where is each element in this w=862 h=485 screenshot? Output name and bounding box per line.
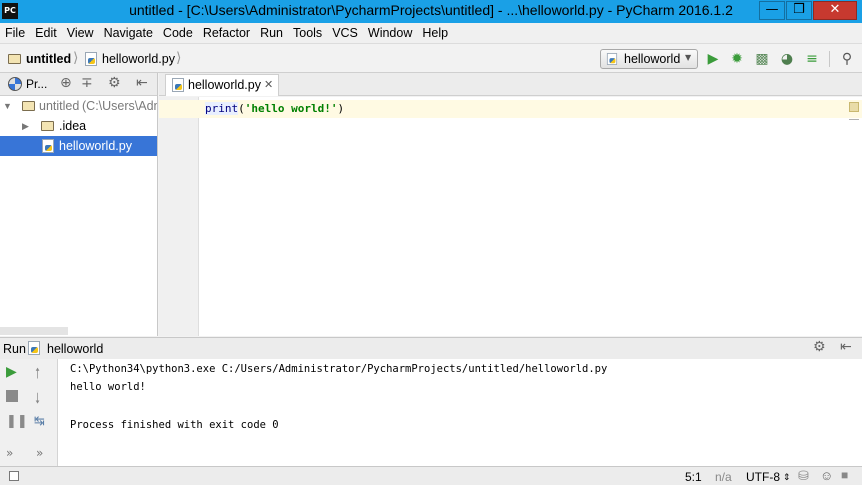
inspector-icon[interactable]: ☺ — [820, 468, 833, 483]
maximize-button[interactable]: ❒ — [786, 1, 812, 20]
scroll-from-source-icon[interactable]: ⊕ — [60, 75, 72, 91]
project-view-select[interactable]: Pr... — [26, 77, 47, 91]
line-separator[interactable]: n/a — [715, 470, 732, 484]
run-console[interactable]: C:\Python34\python3.exe C:/Users/Adminis… — [58, 359, 862, 466]
menu-bar: File Edit View Navigate Code Refactor Run Tools… — [0, 23, 862, 44]
python-file-icon — [42, 139, 54, 153]
tool-windows-icon[interactable] — [9, 471, 19, 481]
collapsed-arrow-icon: ▶ — [22, 121, 29, 131]
code-editor[interactable]: print('hello world!') — [199, 97, 862, 336]
console-line: hello world! — [70, 381, 146, 393]
menu-tools[interactable]: Tools — [288, 23, 327, 40]
tree-item-path: (C:\Users\Admi — [82, 99, 157, 113]
project-view-icon — [8, 77, 22, 91]
code-paren-close: ) — [337, 102, 345, 115]
python-file-icon — [85, 52, 97, 66]
title-bar: PC untitled - [C:\Users\Administrator\Py… — [0, 0, 862, 23]
folder-icon — [8, 54, 21, 64]
navigation-bar: untitled ⟩ helloworld.py ⟩ helloworld ▼ … — [0, 45, 862, 73]
tab-helloworld[interactable]: helloworld.py ✕ — [165, 74, 279, 96]
lock-icon[interactable]: ⛁ — [798, 468, 809, 484]
coverage-icon[interactable]: ▩ — [752, 49, 772, 69]
chevron-up-down-icon: ⇕ — [783, 472, 791, 482]
more-icon[interactable]: » — [36, 446, 43, 460]
menu-navigate[interactable]: Navigate — [99, 23, 158, 40]
menu-file[interactable]: File — [0, 23, 30, 40]
window-title: untitled - [C:\Users\Administrator\Pycha… — [129, 2, 733, 18]
menu-edit[interactable]: Edit — [30, 23, 62, 40]
tree-item-label: helloworld.py — [59, 139, 132, 153]
breadcrumb-separator-icon: ⟩ — [176, 50, 182, 66]
menu-window[interactable]: Window — [363, 23, 417, 40]
caret-position[interactable]: 5:1 — [685, 470, 702, 484]
gutter-current-line — [159, 100, 199, 118]
tree-item-project-root[interactable]: ▼ untitled (C:\Users\Admi — [0, 96, 157, 116]
run-icon[interactable]: ▶ — [703, 49, 723, 69]
collapse-all-icon[interactable]: ∓ — [81, 75, 93, 91]
analysis-status-icon[interactable] — [849, 102, 859, 112]
run-toolbar: ▶ ❚❚ » 🠑 🠓 ↹ » — [0, 359, 58, 466]
close-button[interactable]: ✕ — [813, 1, 857, 20]
project-toolbar: Pr... ⊕ ∓ ⚙ ⇤ — [0, 73, 158, 96]
more-icon[interactable]: » — [6, 446, 13, 460]
code-line-1: print('hello world!') — [205, 102, 344, 115]
folder-icon — [22, 101, 35, 111]
tree-item-idea[interactable]: ▶ .idea — [0, 116, 157, 136]
editor-tab-bar: helloworld.py ✕ — [159, 73, 862, 96]
rerun-icon[interactable]: ▶ — [6, 364, 17, 380]
tab-label: helloworld.py — [188, 78, 261, 92]
tree-item-helloworld[interactable]: helloworld.py — [0, 136, 157, 156]
file-encoding[interactable]: UTF-8 — [746, 470, 780, 484]
error-stripe-mark — [849, 119, 859, 120]
code-paren-open: ( — [238, 102, 245, 115]
console-line: C:\Python34\python3.exe C:/Users/Adminis… — [70, 363, 608, 375]
toolbar-divider — [829, 51, 830, 67]
editor-gutter — [159, 97, 199, 336]
code-function: print — [205, 102, 239, 115]
folder-icon — [41, 121, 54, 131]
gear-icon[interactable]: ⚙ — [108, 75, 121, 91]
run-config-label: helloworld — [624, 52, 681, 66]
menu-refactor[interactable]: Refactor — [198, 23, 255, 40]
close-tab-icon[interactable]: ✕ — [264, 78, 273, 91]
chevron-down-icon: ▼ — [685, 53, 692, 62]
soft-wrap-icon[interactable]: ↹ — [34, 414, 45, 429]
down-arrow-icon[interactable]: 🠓 — [35, 388, 40, 412]
breadcrumb-file[interactable]: helloworld.py — [102, 52, 175, 66]
python-file-icon — [172, 78, 184, 92]
python-file-icon — [606, 53, 618, 65]
python-file-icon — [28, 341, 40, 355]
console-line: Process finished with exit code 0 — [70, 419, 279, 431]
menu-help[interactable]: Help — [417, 23, 453, 40]
breadcrumb-project[interactable]: untitled — [26, 52, 71, 66]
tree-item-label: untitled — [39, 99, 80, 113]
minimize-button[interactable]: — — [759, 1, 785, 20]
run-config-select[interactable]: helloworld ▼ — [600, 49, 698, 69]
run-tool-header: Run helloworld ⚙ ⇤ — [0, 337, 862, 359]
status-bar: 5:1 n/a UTF-8 ⇕ ⛁ ☺ ■ — [0, 466, 862, 485]
debug-icon[interactable]: ✹ — [727, 49, 747, 69]
code-string: 'hello world!' — [244, 102, 338, 115]
menu-code[interactable]: Code — [158, 23, 198, 40]
pause-icon[interactable]: ❚❚ — [6, 414, 28, 429]
project-tree: ▼ untitled (C:\Users\Admi ▶ .idea hellow… — [0, 96, 158, 336]
horizontal-scrollbar[interactable] — [0, 327, 68, 335]
event-log-icon[interactable]: ■ — [841, 468, 848, 482]
gear-icon[interactable]: ⚙ — [813, 339, 826, 355]
profile-icon[interactable]: ◕ — [777, 49, 797, 69]
search-icon[interactable]: ⚲ — [837, 49, 857, 69]
menu-view[interactable]: View — [62, 23, 99, 40]
expanded-arrow-icon: ▼ — [3, 101, 12, 111]
stop-icon[interactable] — [6, 390, 18, 402]
breadcrumb-separator-icon: ⟩ — [73, 50, 79, 66]
up-arrow-icon[interactable]: 🠑 — [35, 363, 40, 387]
run-tool-label: Run — [3, 342, 26, 356]
hide-panel-icon[interactable]: ⇤ — [840, 339, 852, 355]
run-config-tab[interactable]: helloworld — [47, 342, 103, 356]
menu-vcs[interactable]: VCS — [327, 23, 363, 40]
concurrency-icon[interactable]: ≡ — [802, 49, 822, 69]
tree-item-label: .idea — [59, 119, 87, 133]
hide-panel-icon[interactable]: ⇤ — [136, 75, 148, 91]
menu-run[interactable]: Run — [255, 23, 288, 40]
